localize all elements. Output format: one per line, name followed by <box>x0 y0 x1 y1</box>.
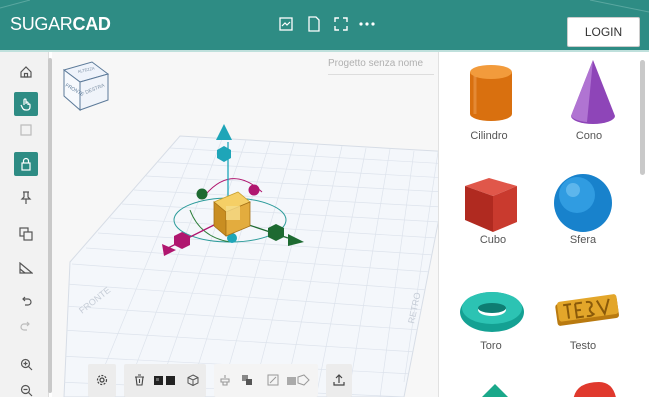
shape-item-cube[interactable]: Cubo <box>439 160 544 268</box>
duplicate-button[interactable] <box>14 222 38 246</box>
shape-item-cone[interactable]: Cono <box>544 52 649 160</box>
torus-icon <box>460 292 524 332</box>
bottom-toolbar <box>88 364 352 397</box>
shapes-panel: Cilindro Cono Cubo Sfera Toro Testo <box>438 52 649 397</box>
delete-button[interactable] <box>132 373 146 387</box>
mirror-icon <box>267 374 279 386</box>
text-3d-icon <box>555 294 619 326</box>
view-cube-widget[interactable]: ALTEZZA FRONTE DESTRA <box>58 58 114 114</box>
3d-viewport[interactable]: FRONTE RETRO ALTEZZA FRONTE DESTRA <box>52 52 438 397</box>
measure-button[interactable] <box>14 256 38 280</box>
hand-pointer-icon <box>20 98 31 111</box>
export-button[interactable] <box>332 373 346 387</box>
more-options-icon[interactable] <box>359 16 375 32</box>
group-button[interactable] <box>152 373 178 387</box>
home-icon <box>20 66 32 78</box>
zoom-out-icon <box>20 384 32 396</box>
upload-icon <box>333 374 345 386</box>
toolbar-group-arrange <box>214 364 318 397</box>
zoom-in-button[interactable] <box>14 352 38 376</box>
shapes-panel-scrollbar[interactable] <box>640 60 645 175</box>
shape-label-cube: Cubo <box>479 234 507 246</box>
align-button[interactable] <box>218 373 232 387</box>
ungroup-button[interactable] <box>186 373 200 387</box>
flip-layers-icon <box>242 375 252 385</box>
ruler-triangle-icon <box>19 262 33 274</box>
left-toolbar <box>0 52 49 397</box>
fullscreen-icon[interactable] <box>333 16 349 32</box>
zoom-out-button[interactable] <box>14 378 38 402</box>
cube-highlight <box>226 206 240 220</box>
lock-button[interactable] <box>14 152 38 176</box>
shape-label-sphere: Sfera <box>569 234 597 246</box>
cube-icon <box>465 178 517 232</box>
group-cubes-icon <box>154 376 175 385</box>
undo-button[interactable] <box>14 289 38 313</box>
login-button[interactable]: LOGIN <box>567 17 640 47</box>
logo-bold-text: CAD <box>72 14 111 34</box>
undo-icon <box>22 296 32 306</box>
boolean-shapes-icon <box>287 374 310 386</box>
photo-gallery-icon[interactable] <box>278 16 294 32</box>
rotate-green-knob <box>196 188 208 200</box>
toolbar-group-settings <box>88 364 116 397</box>
mirror-button[interactable] <box>266 373 280 387</box>
ungroup-cube-icon <box>187 374 199 386</box>
logo-light-text: SUGAR <box>10 14 73 34</box>
cylinder-icon <box>470 65 512 121</box>
boolean-button[interactable] <box>286 373 310 387</box>
app-header: SUGARCAD LOGIN <box>0 0 649 50</box>
select-tool-button[interactable] <box>14 92 38 116</box>
toolbar-group-edit <box>124 364 206 397</box>
lock-icon <box>21 157 31 171</box>
half-sphere-icon-partial[interactable] <box>569 382 619 397</box>
new-file-icon[interactable] <box>306 16 322 32</box>
project-name-field[interactable]: Progetto senza nome <box>328 58 434 75</box>
ground-grid-plane <box>63 135 438 397</box>
toolbar-group-export <box>326 364 352 397</box>
zoom-in-icon <box>20 358 32 370</box>
app-logo[interactable]: SUGARCAD <box>10 14 111 35</box>
cone-icon <box>571 60 615 124</box>
shape-label-text: Testo <box>569 340 597 352</box>
square-select-icon <box>20 124 32 136</box>
redo-icon <box>20 321 30 331</box>
shape-label-cylinder: Cilindro <box>470 130 508 142</box>
rotate-magenta-knob <box>248 184 260 196</box>
shape-label-torus: Toro <box>480 340 502 352</box>
align-icon <box>220 375 230 386</box>
move-up-arrow <box>216 124 232 140</box>
shape-item-cylinder[interactable]: Cilindro <box>439 52 544 160</box>
flip-button[interactable] <box>240 373 254 387</box>
settings-button[interactable] <box>95 373 109 387</box>
redo-button[interactable] <box>14 314 38 338</box>
pin-icon <box>20 191 32 204</box>
sphere-icon <box>554 174 612 232</box>
gear-icon <box>96 374 108 386</box>
prism-icon-partial[interactable] <box>475 384 515 397</box>
shape-label-cone: Cono <box>575 130 603 142</box>
duplicate-icon <box>19 227 33 241</box>
pin-button[interactable] <box>14 186 38 210</box>
shape-item-torus[interactable]: Toro <box>439 268 544 380</box>
trash-icon <box>134 374 144 386</box>
shape-item-text[interactable]: Testo <box>544 268 649 380</box>
home-view-button[interactable] <box>14 60 38 84</box>
box-select-button[interactable] <box>14 118 38 142</box>
shape-item-sphere[interactable]: Sfera <box>544 160 649 268</box>
